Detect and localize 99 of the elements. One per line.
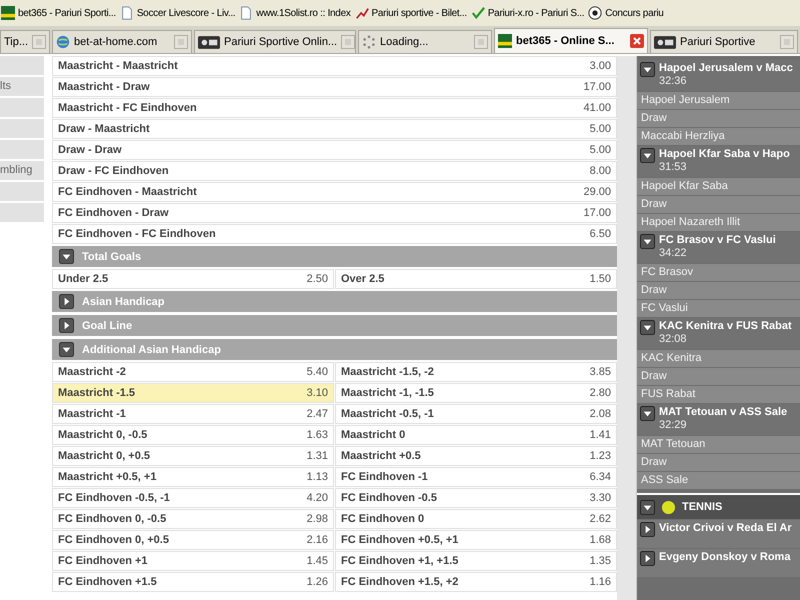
toggle-icon bbox=[640, 234, 655, 249]
match-clock: 31:53 bbox=[659, 161, 688, 173]
toggle-icon bbox=[640, 406, 655, 421]
odds-cell[interactable]: Maastricht -1 2.47 bbox=[52, 404, 334, 424]
bookmark-link[interactable]: Concurs pariu bbox=[588, 6, 664, 20]
sidebar-item[interactable] bbox=[0, 119, 44, 138]
sport-header[interactable]: TENNIS bbox=[637, 493, 800, 519]
odds-cell[interactable]: Over 2.5 1.50 bbox=[335, 269, 617, 289]
bookmark-link[interactable]: www.1Solist.ro :: Index bbox=[239, 6, 351, 20]
odds-cell[interactable]: FC Eindhoven - Maastricht 29.00 bbox=[52, 182, 617, 202]
page-icon bbox=[239, 6, 254, 20]
event-header[interactable]: FC Brasov v FC Vaslui 34:22 bbox=[637, 232, 800, 263]
event-title: Hapoel Kfar Saba v Hapo bbox=[659, 148, 790, 160]
toggle-icon bbox=[59, 342, 74, 357]
logo-icon bbox=[498, 34, 512, 48]
toggle-icon bbox=[59, 294, 74, 309]
odds-cell[interactable]: FC Eindhoven +0.5, +1 1.68 bbox=[335, 530, 617, 550]
odds-cell[interactable]: Maastricht - Draw 17.00 bbox=[52, 77, 617, 97]
sidebar-item[interactable] bbox=[0, 203, 44, 222]
sidebar-item[interactable]: lts bbox=[0, 77, 44, 96]
match-clock: 32:36 bbox=[659, 75, 688, 87]
bookmark-link[interactable]: bet365 - Pariuri Sporti... bbox=[1, 6, 116, 20]
spinner-icon bbox=[362, 35, 376, 49]
odds-cell[interactable]: Maastricht +0.5 1.23 bbox=[335, 446, 617, 466]
toggle-icon bbox=[640, 320, 655, 335]
check-icon bbox=[470, 6, 485, 20]
odds-cell[interactable]: Maastricht -0.5, -1 2.08 bbox=[335, 404, 617, 424]
toggle-icon bbox=[640, 522, 655, 537]
match-clock: 32:08 bbox=[659, 333, 688, 345]
sidebar-item[interactable] bbox=[0, 182, 44, 201]
odds-cell[interactable]: Maastricht +0.5, +1 1.13 bbox=[52, 467, 334, 487]
toggle-icon bbox=[640, 148, 655, 163]
soccer-ball-icon bbox=[588, 6, 602, 20]
event-title: KAC Kenitra v FUS Rabat bbox=[659, 320, 792, 332]
sidebar-item[interactable] bbox=[0, 56, 44, 75]
odds-cell[interactable]: FC Eindhoven 0, -0.5 2.98 bbox=[52, 509, 334, 529]
odds-cell[interactable]: Maastricht - Maastricht 3.00 bbox=[52, 56, 617, 76]
event-header[interactable]: Hapoel Kfar Saba v Hapo 31:53 bbox=[637, 146, 800, 177]
toggle-icon bbox=[640, 551, 655, 566]
match-clock: 34:22 bbox=[659, 247, 688, 259]
bookmark-link[interactable]: Soccer Livescore - Liv... bbox=[120, 6, 236, 20]
event-header[interactable]: KAC Kenitra v FUS Rabat 32:08 bbox=[637, 318, 800, 349]
browser-tab[interactable]: bet365 - Online S... bbox=[494, 28, 648, 53]
odds-cell[interactable]: Under 2.5 2.50 bbox=[52, 269, 334, 289]
sidebar-item[interactable] bbox=[0, 140, 44, 159]
odds-cell[interactable]: FC Eindhoven - Draw 17.00 bbox=[52, 203, 617, 223]
browser-tab[interactable]: Loading... bbox=[358, 30, 492, 53]
odds-cell[interactable]: FC Eindhoven -1 6.34 bbox=[335, 467, 617, 487]
browser-tab[interactable]: Tip... bbox=[0, 30, 50, 53]
match-clock: 32:29 bbox=[659, 419, 688, 431]
close-icon[interactable] bbox=[341, 35, 356, 49]
toggle-icon bbox=[640, 500, 655, 514]
event-header[interactable]: MAT Tetouan v ASS Sale 32:29 bbox=[637, 404, 800, 435]
event-title: FC Brasov v FC Vaslui bbox=[659, 234, 776, 246]
odds-cell[interactable]: Draw - Draw 5.00 bbox=[52, 140, 617, 160]
odds-cell[interactable]: Maastricht -2 5.40 bbox=[52, 362, 334, 382]
bookmark-link[interactable]: Pariuri-x.ro - Pariuri S... bbox=[470, 6, 584, 20]
toggle-icon bbox=[640, 62, 655, 77]
odds-cell[interactable]: Maastricht -1, -1.5 2.80 bbox=[335, 383, 617, 403]
odds-cell[interactable]: Maastricht 0, +0.5 1.31 bbox=[52, 446, 334, 466]
odds-cell[interactable]: FC Eindhoven +1, +1.5 1.35 bbox=[335, 551, 617, 571]
event-title: Victor Crivoi v Reda El Ar bbox=[659, 522, 792, 534]
toggle-icon bbox=[59, 318, 74, 333]
logo-icon bbox=[654, 36, 676, 48]
chart-icon bbox=[354, 6, 369, 20]
odds-cell[interactable]: Maastricht 0 1.41 bbox=[335, 425, 617, 445]
event-title: Evgeny Donskoy v Roma bbox=[659, 551, 790, 563]
odds-cell[interactable]: FC Eindhoven - FC Eindhoven 6.50 bbox=[52, 224, 617, 244]
odds-cell[interactable]: Draw - Maastricht 5.00 bbox=[52, 119, 617, 139]
logo-icon bbox=[1, 6, 15, 20]
bookmark-link[interactable]: Pariuri sportive - Bilet... bbox=[354, 6, 467, 20]
odds-cell[interactable]: Maastricht - FC Eindhoven 41.00 bbox=[52, 98, 617, 118]
odds-cell[interactable]: FC Eindhoven -0.5 3.30 bbox=[335, 488, 617, 508]
sidebar-item[interactable]: mbling bbox=[0, 161, 44, 180]
browser-tab[interactable]: Pariuri Sportive Onlin... bbox=[194, 30, 356, 53]
event-header[interactable]: Hapoel Jerusalem v Macc 32:36 bbox=[637, 60, 800, 91]
browser-tab[interactable]: bet-at-home.com bbox=[52, 30, 192, 53]
odds-cell[interactable]: Maastricht -1.5 3.10 bbox=[52, 383, 334, 403]
tennis-ball-icon bbox=[661, 500, 676, 514]
odds-cell[interactable]: Draw - FC Eindhoven 8.00 bbox=[52, 161, 617, 181]
sidebar-item[interactable] bbox=[0, 98, 44, 117]
globe-icon bbox=[56, 35, 70, 49]
browser-tab[interactable]: Pariuri Sportive bbox=[650, 30, 798, 53]
odds-cell[interactable]: FC Eindhoven +1.5 1.26 bbox=[52, 572, 334, 592]
odds-cell[interactable]: FC Eindhoven +1 1.45 bbox=[52, 551, 334, 571]
odds-cell[interactable]: Maastricht 0, -0.5 1.63 bbox=[52, 425, 334, 445]
event-header[interactable]: Evgeny Donskoy v Roma bbox=[637, 549, 800, 577]
odds-cell[interactable]: Maastricht -1.5, -2 3.85 bbox=[335, 362, 617, 382]
event-title: Hapoel Jerusalem v Macc bbox=[659, 62, 793, 74]
odds-cell[interactable]: FC Eindhoven 0 2.62 bbox=[335, 509, 617, 529]
close-icon[interactable] bbox=[630, 34, 644, 48]
event-header[interactable]: Victor Crivoi v Reda El Ar bbox=[637, 520, 800, 548]
odds-cell[interactable]: FC Eindhoven 0, +0.5 2.16 bbox=[52, 530, 334, 550]
toggle-icon bbox=[59, 249, 74, 264]
odds-cell[interactable]: FC Eindhoven +1.5, +2 1.16 bbox=[335, 572, 617, 592]
event-title: MAT Tetouan v ASS Sale bbox=[659, 406, 788, 418]
odds-cell[interactable]: FC Eindhoven -0.5, -1 4.20 bbox=[52, 488, 334, 508]
page-icon bbox=[120, 6, 134, 20]
logo-icon bbox=[198, 36, 220, 48]
